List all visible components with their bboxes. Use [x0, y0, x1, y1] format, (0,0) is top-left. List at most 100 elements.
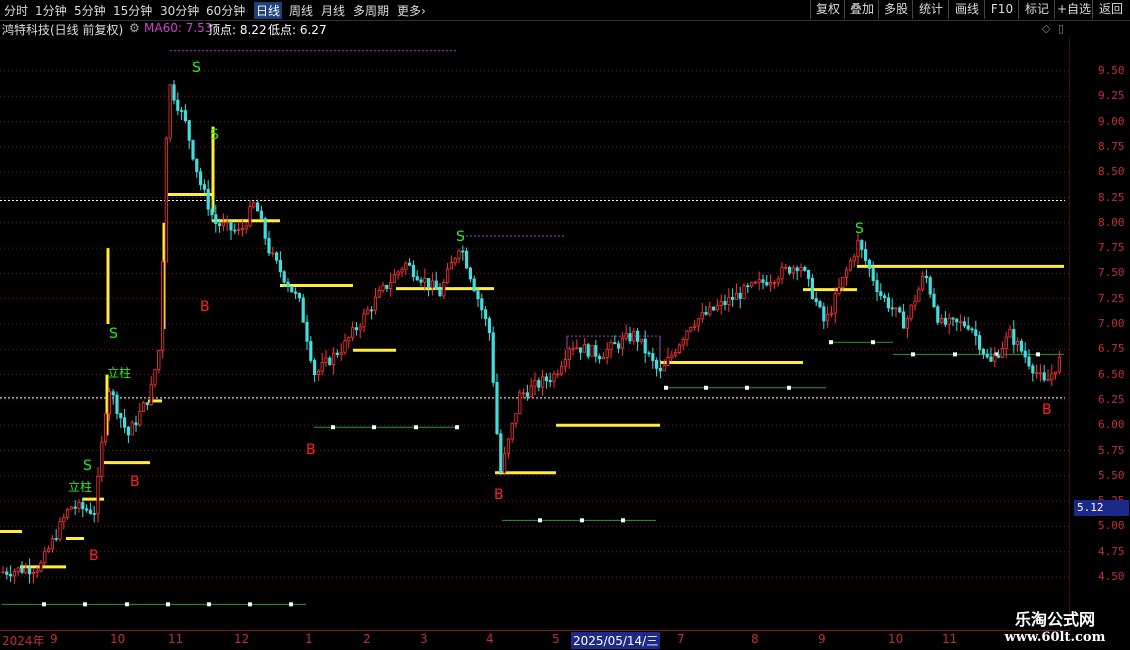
period-tab-weekly[interactable]: 周线	[289, 2, 313, 19]
buy-signal: B	[200, 299, 210, 315]
candle-body	[590, 345, 594, 357]
period-tab-fenshi[interactable]: 分时	[4, 2, 28, 19]
candle-body	[985, 353, 989, 358]
multi-stock-button[interactable]: 多股	[878, 0, 913, 19]
candle-body	[320, 362, 324, 372]
fuquan-button[interactable]: 复权	[810, 0, 845, 19]
candle-body	[932, 293, 936, 308]
support-marker	[911, 352, 915, 357]
candle-body	[560, 365, 564, 375]
candle-body	[149, 384, 153, 406]
f10-button[interactable]: F10	[984, 0, 1019, 19]
candle-body	[1000, 348, 1005, 358]
candle-body	[39, 562, 43, 572]
candle-body	[126, 426, 130, 436]
period-tab-monthly[interactable]: 月线	[321, 2, 345, 19]
period-tab-1min[interactable]: 1分钟	[35, 2, 67, 19]
kline-chart[interactable]: BBBBBBSSSSS S立柱立柱	[0, 38, 1070, 630]
candle-body	[343, 340, 347, 353]
window-toggle-icon[interactable]: ▯	[1058, 22, 1064, 35]
candle-body	[236, 228, 241, 231]
support-marker	[125, 602, 129, 607]
sell-signal: S	[109, 326, 118, 342]
candle-body	[1038, 372, 1042, 375]
candle-body	[1054, 371, 1058, 375]
candle-body	[407, 262, 412, 266]
time-label: 10	[110, 632, 126, 646]
candle-body	[738, 292, 742, 299]
candle-body	[217, 223, 222, 227]
sell-signal: S	[192, 60, 201, 76]
ma60-value: MA60: 7.53	[144, 21, 213, 35]
candle-body	[240, 228, 244, 231]
candle-body	[974, 329, 978, 336]
candle-body	[293, 291, 298, 294]
time-label: 11	[942, 632, 958, 646]
period-tab-more[interactable]: 更多›	[397, 2, 426, 19]
candle-body	[852, 256, 856, 262]
candle-body	[624, 333, 628, 339]
candle-body	[693, 325, 697, 328]
candle-body	[1046, 379, 1050, 381]
candle-body	[943, 318, 948, 325]
candle-body	[1042, 372, 1046, 381]
period-tab-daily[interactable]: 日线	[254, 2, 283, 19]
diamond-icon[interactable]: ◇	[1042, 22, 1050, 35]
candle-body	[917, 288, 921, 302]
mark-button[interactable]: 标记	[1018, 0, 1055, 19]
candle-body	[613, 342, 617, 345]
candle-body	[886, 297, 891, 309]
candle-body	[807, 269, 811, 279]
candle-body	[176, 99, 180, 111]
candle-body	[795, 267, 799, 272]
candle-body	[829, 312, 834, 315]
candle-body	[301, 297, 305, 323]
candle-body	[936, 306, 940, 323]
candle-body	[765, 281, 769, 286]
candle-body	[940, 318, 944, 323]
candle-body	[670, 354, 674, 359]
support-marker	[704, 385, 708, 390]
candle-body	[784, 266, 788, 269]
candle-body	[168, 84, 172, 139]
overlay-button[interactable]: 叠加	[844, 0, 879, 19]
time-axis: 2024年 9 10 11 12 1 2 3 4 5 2025/05/14/三 …	[0, 630, 1070, 649]
candle-body	[58, 521, 62, 540]
candle-body	[442, 282, 446, 297]
draw-line-button[interactable]: 画线	[948, 0, 985, 19]
support-marker	[829, 340, 833, 345]
candle-body	[172, 84, 176, 101]
period-tab-30min[interactable]: 30分钟	[160, 2, 199, 19]
candle-body	[579, 347, 583, 353]
candle-body	[461, 250, 465, 253]
stats-button[interactable]: 统计	[912, 0, 949, 19]
time-label: 9	[818, 632, 826, 646]
candle-body	[259, 210, 264, 219]
candle-body	[69, 506, 73, 510]
period-tab-multi[interactable]: 多周期	[353, 2, 389, 19]
add-watchlist-button[interactable]: +自选	[1054, 0, 1093, 19]
support-marker	[787, 385, 791, 390]
candle-body	[875, 280, 879, 293]
candle-body	[483, 309, 488, 320]
back-button[interactable]: 返回	[1092, 0, 1129, 19]
period-tab-60min[interactable]: 60分钟	[206, 2, 245, 19]
candle-body	[864, 249, 868, 261]
support-marker	[664, 385, 668, 390]
candle-body	[947, 317, 951, 325]
buy-signal: B	[89, 548, 99, 564]
candle-body	[480, 298, 484, 311]
candle-body	[445, 268, 450, 283]
candle-body	[50, 538, 55, 550]
period-tab-15min[interactable]: 15分钟	[113, 2, 152, 19]
candle-body	[400, 268, 404, 273]
candle-body	[514, 413, 518, 424]
candle-body	[970, 328, 974, 331]
lizhu-signal: 立柱	[107, 365, 131, 380]
candle-body	[415, 276, 419, 281]
candle-body	[328, 357, 332, 366]
candle-body	[164, 137, 168, 263]
period-tab-5min[interactable]: 5分钟	[74, 2, 106, 19]
settings-gear-icon[interactable]: ⚙	[129, 21, 140, 35]
buy-signal: B	[1042, 402, 1052, 418]
